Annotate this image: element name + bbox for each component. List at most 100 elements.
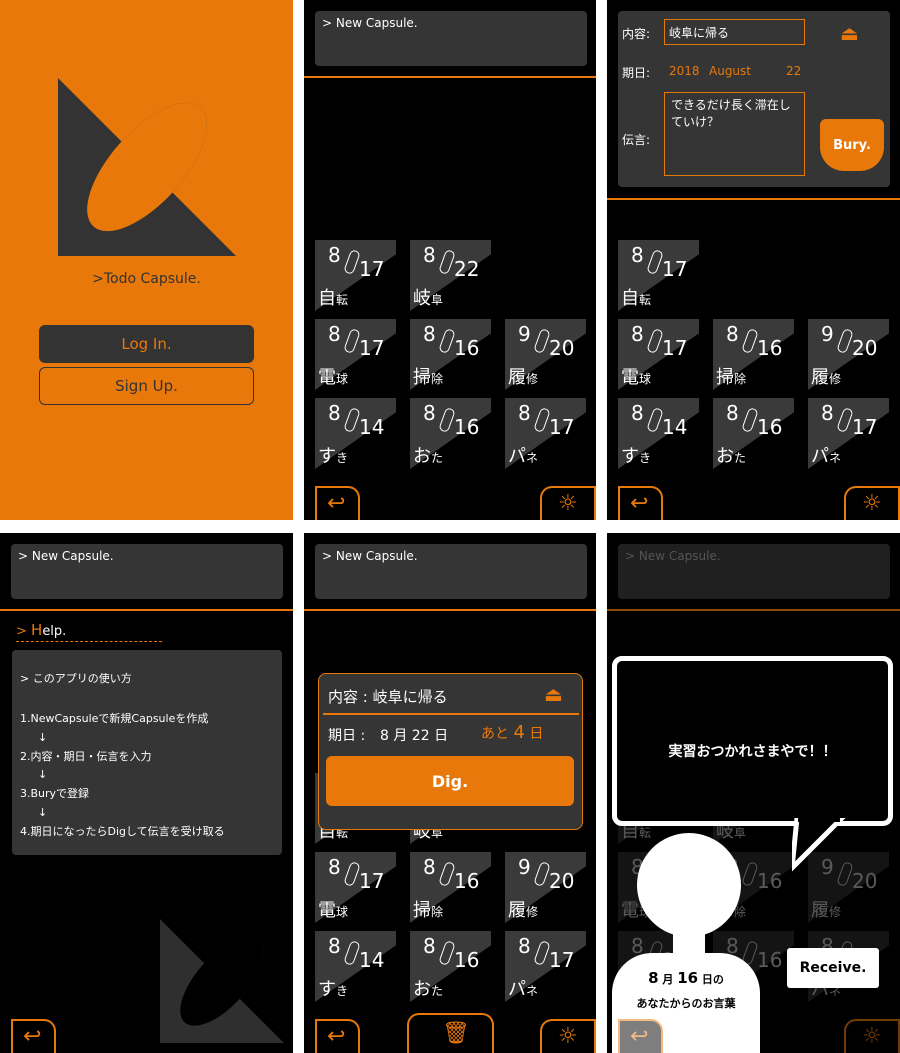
settings-button[interactable]: ☼: [844, 486, 900, 520]
back-button[interactable]: ↩: [11, 1019, 56, 1053]
back-button[interactable]: ↩: [315, 1019, 360, 1053]
tile-month: 8: [423, 934, 436, 958]
tile-day: 17: [662, 257, 688, 281]
tile-day: 17: [549, 948, 575, 972]
tile-month: 9: [518, 855, 531, 879]
login-screen: >Todo Capsule. Log In. Sign Up.: [0, 0, 293, 520]
tile-month: 8: [726, 401, 739, 425]
tile-day: 17: [662, 336, 688, 360]
tile-month: 8: [423, 243, 436, 267]
tile-char1: 掃: [716, 367, 734, 388]
sun-icon: ☼: [558, 491, 578, 516]
capsule-tile[interactable]: 8 16 掃除: [410, 852, 491, 923]
capsule-tile[interactable]: 9 20 履修: [505, 852, 586, 923]
eject-icon[interactable]: ⏏: [544, 682, 563, 706]
capsule-tile[interactable]: 8 17 自転: [315, 240, 396, 311]
tile-title: 履修: [508, 896, 538, 922]
sun-icon: ☼: [862, 1024, 882, 1049]
settings-button[interactable]: ☼: [540, 486, 596, 520]
back-button[interactable]: ↩: [618, 486, 663, 520]
message-label: 伝言:: [622, 133, 651, 147]
help-step: 4.期日になったらDigして伝言を受け取る: [20, 824, 225, 838]
help-title: > Help.: [16, 621, 162, 642]
capsule-tile[interactable]: 8 17 電球: [315, 852, 396, 923]
tile-char2: 修: [829, 372, 842, 386]
new-capsule-input[interactable]: > New Capsule.: [11, 544, 283, 599]
trash-button[interactable]: 🗑: [407, 1013, 494, 1053]
remaining-prefix: あと: [481, 726, 509, 742]
date-day[interactable]: 22: [786, 64, 801, 78]
tile-title: すき: [318, 975, 348, 1001]
divider: [607, 198, 900, 200]
capsule-tile[interactable]: 9 20 履修: [505, 319, 586, 390]
capsule-tile[interactable]: 8 17 パネ: [808, 398, 889, 469]
login-button[interactable]: Log In.: [39, 325, 254, 363]
date-year[interactable]: 2018: [669, 64, 700, 78]
tile-month: 8: [726, 322, 739, 346]
tile-char1: 掃: [413, 367, 431, 388]
receive-month: 8: [648, 969, 659, 987]
capsule-tile[interactable]: 8 17 電球: [618, 319, 699, 390]
receive-button[interactable]: Receive.: [787, 948, 879, 988]
capsule-tile[interactable]: 8 16 掃除: [410, 319, 491, 390]
capsule-tile[interactable]: 8 16 掃除: [713, 319, 794, 390]
capsule-tile[interactable]: 8 22 岐阜: [410, 240, 491, 311]
tile-month: 8: [328, 322, 341, 346]
capsule-tile[interactable]: 9 20 履修: [808, 319, 889, 390]
tile-day: 16: [757, 948, 783, 972]
tile-day: 20: [852, 336, 878, 360]
tile-char1: 自: [318, 288, 336, 309]
dig-button[interactable]: Dig.: [326, 756, 574, 806]
tile-day: 20: [549, 869, 575, 893]
tile-title: パネ: [811, 442, 841, 468]
tile-month: 8: [423, 322, 436, 346]
signup-button[interactable]: Sign Up.: [39, 367, 254, 405]
message-field[interactable]: できるだけ長く滞在していけ？: [664, 92, 805, 176]
tile-char2: き: [639, 451, 652, 465]
settings-button[interactable]: ☼: [540, 1019, 596, 1053]
tile-char1: お: [413, 446, 431, 467]
tile-day: 16: [757, 869, 783, 893]
receive-from: あなたからのお言葉: [636, 997, 736, 1010]
tile-char2: ネ: [829, 451, 842, 465]
settings-button[interactable]: ☼: [844, 1019, 900, 1053]
back-button[interactable]: ↩: [618, 1019, 663, 1053]
date-month[interactable]: August: [709, 64, 751, 78]
receive-date: 8 月 16 日の: [612, 969, 760, 987]
capsule-tile[interactable]: 8 14 すき: [315, 931, 396, 1002]
dig-dialog: 内容 : 岐阜に帰る ⏏ 期日 : 8 月 22 日 あと 4 日 Dig.: [318, 673, 583, 830]
capsule-tile[interactable]: 8 14 すき: [315, 398, 396, 469]
tile-char1: 岐: [413, 288, 431, 309]
divider: [0, 609, 293, 611]
capsule-tile[interactable]: 8 14 すき: [618, 398, 699, 469]
capsule-tile[interactable]: 8 16 おた: [713, 398, 794, 469]
tile-char1: 電: [318, 900, 336, 921]
tile-char2: 除: [734, 372, 747, 386]
eject-icon[interactable]: ⏏: [840, 21, 859, 45]
tile-title: すき: [621, 442, 651, 468]
bury-button[interactable]: Bury.: [820, 119, 884, 171]
capsule-tile[interactable]: 8 17 パネ: [505, 931, 586, 1002]
return-icon: ↩: [327, 491, 346, 516]
capsule-tile[interactable]: 8 16 おた: [410, 398, 491, 469]
new-capsule-input[interactable]: > New Capsule.: [315, 544, 587, 599]
back-button[interactable]: ↩: [315, 486, 360, 520]
content-field[interactable]: 岐阜に帰る: [664, 19, 805, 45]
capsule-tile[interactable]: 8 17 自転: [618, 240, 699, 311]
tile-day: 16: [757, 415, 783, 439]
capsule-tile[interactable]: 8 17 パネ: [505, 398, 586, 469]
tile-day: 17: [359, 257, 385, 281]
tile-title: 電球: [318, 896, 348, 922]
tile-char1: 自: [621, 288, 639, 309]
capsule-tile[interactable]: 8 17 電球: [315, 319, 396, 390]
bubble-message: 実習おつかれさまやで！！: [668, 744, 837, 760]
capsule-tile[interactable]: 8 16 おた: [410, 931, 491, 1002]
tile-char1: 電: [621, 900, 639, 921]
receive-screen: > New Capsule. 8 17 自転 8 22 岐阜 8 17 電球 8…: [607, 533, 900, 1053]
tile-char1: 履: [811, 367, 829, 388]
date-label: 期日:: [622, 66, 651, 80]
new-capsule-input[interactable]: > New Capsule.: [618, 544, 890, 599]
new-capsule-input[interactable]: > New Capsule.: [315, 11, 587, 66]
tile-char1: 履: [811, 900, 829, 921]
tile-day: 17: [359, 336, 385, 360]
